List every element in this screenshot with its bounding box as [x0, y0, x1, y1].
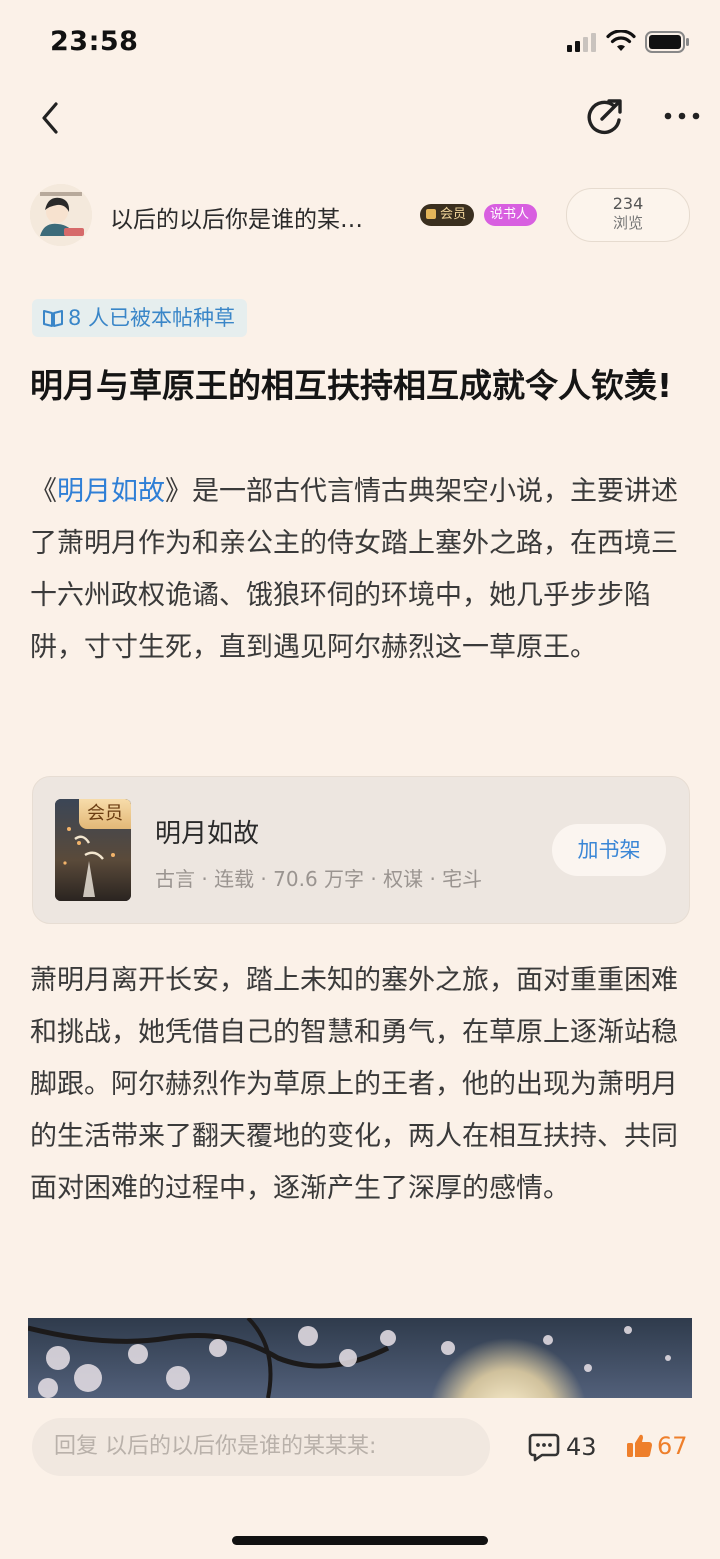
thumbs-up-icon [627, 1434, 653, 1458]
comment-icon [528, 1433, 560, 1462]
book-meta: 古言 · 连载 · 70.6 万字 · 权谋 · 宅斗 [155, 867, 483, 891]
storyteller-badge: 说书人 [484, 204, 538, 226]
cellular-signal-icon [567, 33, 596, 52]
battery-icon [645, 31, 689, 53]
open-book-icon [43, 310, 63, 327]
storyteller-badge-label: 说书人 [490, 207, 530, 222]
post-paragraph: 《明月如故》是一部古代言情古典架空小说，主要讲述了萧明月作为和亲公主的侍女踏上塞… [30, 466, 694, 674]
views-label: 浏览 [612, 214, 643, 232]
seeded-tag[interactable]: 8 人已被本帖种草 [32, 299, 248, 337]
reply-input[interactable]: 回复 以后的以后你是谁的某某某: [32, 1418, 490, 1476]
like-count: 67 [657, 1432, 688, 1460]
views-count: 234 [612, 194, 644, 213]
post-image[interactable] [28, 1318, 692, 1398]
para1-prefix: 《 [30, 476, 57, 507]
author-name[interactable]: 以后的以后你是谁的某… [110, 200, 363, 234]
top-nav [0, 88, 720, 148]
cover-vip-badge: 会员 [79, 799, 131, 829]
vip-badge-label: 会员 [440, 207, 467, 222]
seeded-tag-label: 8 人已被本帖种草 [68, 306, 236, 330]
book-cover: 会员 [55, 799, 131, 901]
vip-badge-icon [426, 209, 436, 219]
book-title[interactable]: 明月如故 [155, 813, 259, 850]
back-arrow-icon[interactable] [38, 98, 62, 138]
vip-badge: 会员 [420, 204, 475, 226]
status-time: 23:58 [50, 26, 139, 57]
wifi-icon [606, 30, 636, 51]
like-button[interactable]: 67 [625, 1432, 688, 1464]
bottom-bar: 回复 以后的以后你是谁的某某某: 43 67 [0, 1398, 720, 1559]
add-to-shelf-button[interactable]: 加书架 [552, 824, 666, 876]
book-card[interactable]: 会员 明月如故 古言 · 连载 · 70.6 万字 · 权谋 · 宅斗 加书架 [32, 776, 690, 924]
post-paragraph: 萧明月离开长安，踏上未知的塞外之旅，面对重重困难和挑战，她凭借自己的智慧和勇气，… [30, 965, 678, 1204]
home-indicator [232, 1536, 488, 1545]
book-link[interactable]: 明月如故 [57, 476, 165, 507]
views-counter: 234 浏览 [566, 188, 690, 242]
comment-count: 43 [566, 1433, 597, 1461]
post-title: 明月与草原王的相互扶持相互成就令人钦羡! [30, 366, 673, 405]
author-row: 以后的以后你是谁的某… 会员 说书人 234 浏览 [0, 180, 720, 252]
avatar[interactable] [30, 184, 92, 246]
more-options-icon[interactable] [662, 108, 702, 124]
share-icon[interactable] [584, 96, 626, 138]
comment-button[interactable]: 43 [528, 1432, 597, 1464]
status-bar: 23:58 [0, 0, 720, 88]
